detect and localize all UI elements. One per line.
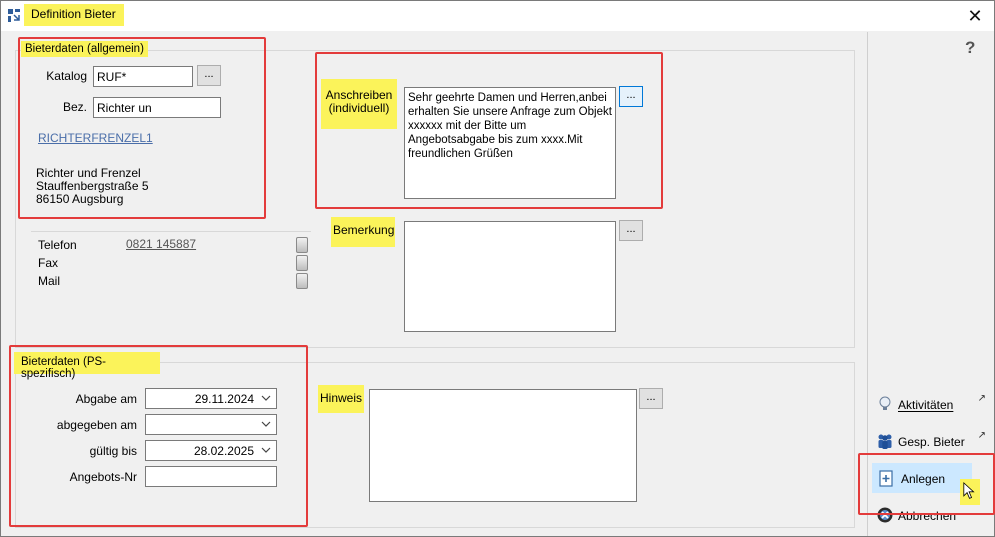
anschreiben-browse-button[interactable]: ... xyxy=(619,86,643,107)
external-link-icon: ↗ xyxy=(977,393,986,404)
bez-label: Bez. xyxy=(62,100,87,114)
gesp-bieter-button[interactable]: Gesp. Bieter ↗ xyxy=(876,430,992,454)
allgemein-heading: Bieterdaten (allgemein) xyxy=(21,41,148,57)
hinweis-browse-button[interactable]: ... xyxy=(639,388,663,409)
anschreiben-textarea[interactable]: Sehr geehrte Damen und Herren,anbei erha… xyxy=(404,87,616,199)
abgabe-date-picker[interactable]: 29.11.2024 xyxy=(145,388,277,409)
telefon-label: Telefon xyxy=(38,238,77,252)
telefon-value[interactable]: 0821 145887 xyxy=(126,237,196,251)
telefon-device-icon[interactable] xyxy=(296,237,308,253)
dialog-window: Definition Bieter ✕ Bieterdaten (allgeme… xyxy=(0,0,995,537)
bemerkung-textarea[interactable] xyxy=(404,221,616,332)
cursor-highlight xyxy=(960,479,980,505)
address-line-3: 86150 Augsburg xyxy=(36,192,124,206)
external-link-icon: ↗ xyxy=(977,430,986,441)
hinweis-label: Hinweis xyxy=(318,385,364,413)
lightbulb-icon xyxy=(879,396,891,410)
abbrechen-button[interactable]: Abbrechen xyxy=(876,504,992,528)
aktivitaeten-button[interactable]: Aktivitäten ↗ xyxy=(876,393,992,417)
close-icon[interactable]: ✕ xyxy=(961,3,989,29)
chevron-down-icon xyxy=(261,395,271,401)
hinweis-textarea[interactable] xyxy=(369,389,637,502)
app-icon xyxy=(8,9,20,22)
fax-device-icon[interactable] xyxy=(296,255,308,271)
katalog-browse-button[interactable]: ... xyxy=(197,65,221,86)
bez-input[interactable] xyxy=(93,97,221,118)
fax-label: Fax xyxy=(38,256,59,270)
bemerkung-browse-button[interactable]: ... xyxy=(619,220,643,241)
window-title: Definition Bieter xyxy=(24,4,124,26)
people-group-icon xyxy=(878,434,892,449)
abgabe-label: Abgabe am xyxy=(75,392,137,406)
anschreiben-label: Anschreiben (individuell) xyxy=(321,79,397,129)
help-icon[interactable]: ? xyxy=(965,38,975,58)
address-line-1: Richter und Frenzel xyxy=(36,166,141,180)
anlegen-button[interactable]: Anlegen xyxy=(872,463,972,493)
title-bar: Definition Bieter ✕ xyxy=(1,1,994,31)
gueltig-date-picker[interactable]: 28.02.2025 xyxy=(145,440,277,461)
ps-heading: Bieterdaten (PS-spezifisch) xyxy=(14,352,160,380)
chevron-down-icon xyxy=(261,447,271,453)
mail-device-icon[interactable] xyxy=(296,273,308,289)
mail-label: Mail xyxy=(38,274,61,288)
cancel-icon xyxy=(877,507,893,523)
gueltig-label: gültig bis xyxy=(89,444,137,458)
katalog-input[interactable] xyxy=(93,66,193,87)
bemerkung-label: Bemerkung xyxy=(331,217,395,247)
mouse-cursor-icon xyxy=(963,481,975,499)
add-document-icon xyxy=(879,470,893,487)
abgegeben-label: abgegeben am xyxy=(56,418,137,432)
action-sidebar: ? Aktivitäten ↗ Gesp. Bieter ↗ Anlegen A… xyxy=(867,32,994,536)
angebots-nr-input[interactable] xyxy=(145,466,277,487)
contact-divider xyxy=(31,231,311,232)
angebots-label: Angebots-Nr xyxy=(69,470,137,484)
katalog-label: Katalog xyxy=(46,69,87,83)
address-line-2: Stauffenbergstraße 5 xyxy=(36,179,149,193)
chevron-down-icon xyxy=(261,421,271,427)
abgegeben-date-picker[interactable] xyxy=(145,414,277,435)
bieter-link[interactable]: RICHTERFRENZEL1 xyxy=(38,131,153,145)
